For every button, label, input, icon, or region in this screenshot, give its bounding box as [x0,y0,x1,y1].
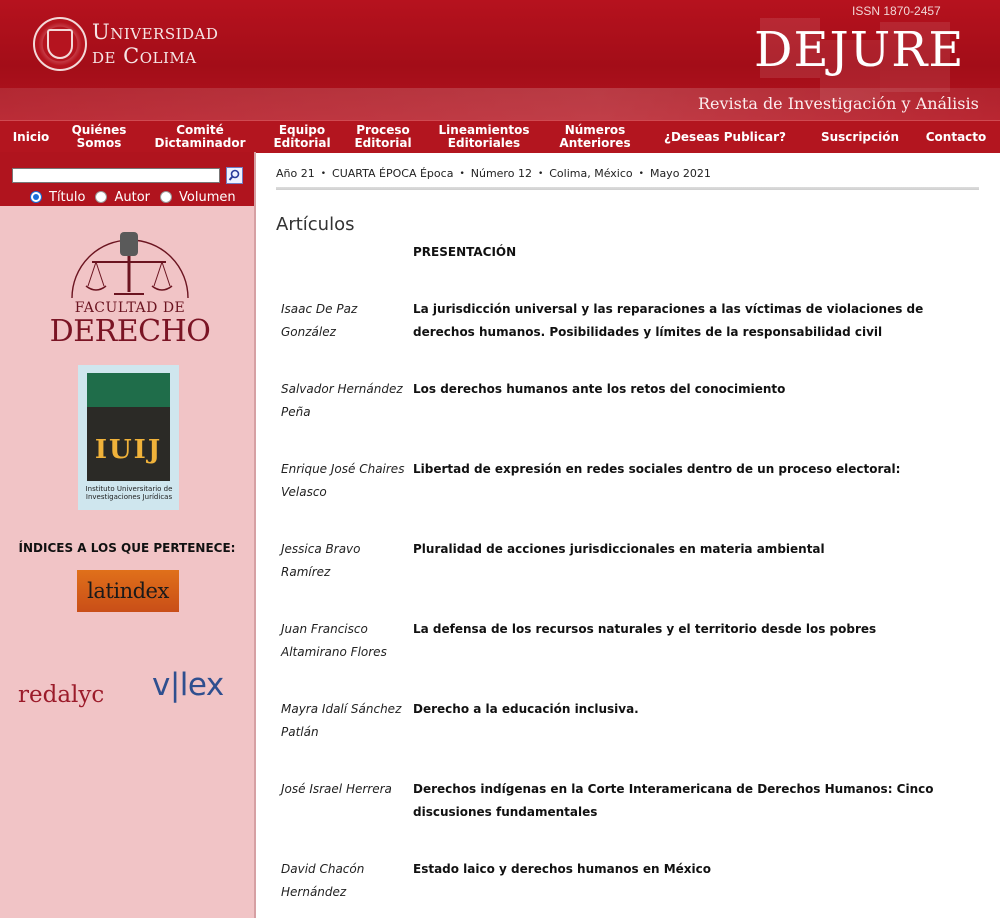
radio-autor-label: Autor [114,189,150,205]
issn-label: ISSN 1870-2457 [852,4,941,18]
latindex-logo[interactable]: latindex [77,570,179,612]
nav-lineamientos-editoriales[interactable]: Lineamientos Editoriales [436,121,532,153]
iuij-logo[interactable]: IUIJ Instituto Universitario de Investig… [78,365,179,510]
issue-number: Número 12 [470,167,532,180]
article-author: Mayra Idalí Sánchez Patlán [281,702,402,739]
nav-comite-dictaminador[interactable]: Comité Dictaminador [152,121,248,153]
university-seal-icon [33,17,87,71]
article-author: José Israel Herrera [281,782,392,796]
article-title[interactable]: La jurisdicción universal y las reparaci… [413,298,953,344]
radio-titulo-label: Título [49,189,86,205]
search-icon [228,169,240,181]
article-author: Isaac De Paz González [281,302,358,339]
article-title[interactable]: Derechos indígenas en la Corte Interamer… [413,778,953,824]
nav-suscripcion[interactable]: Suscripción [816,121,904,153]
issue-date: Mayo 2021 [649,167,711,180]
article-title[interactable]: Pluralidad de acciones jurisdiccionales … [413,538,953,561]
article-author: Enrique José Chaires Velasco [281,462,405,499]
nav-contacto[interactable]: Contacto [922,121,990,153]
issue-meta: Año 21 • CUARTA ÉPOCA Época • Número 12 • C… [276,167,711,180]
radio-volumen[interactable] [160,191,172,203]
article-author: David Chacón Hernández [281,862,365,899]
nav-numeros-anteriores[interactable]: Números Anteriores [556,121,634,153]
journal-logo[interactable]: DEJURE [754,22,964,78]
university-name-line2: de Colima [92,44,197,68]
article-title[interactable]: La defensa de los recursos naturales y e… [413,618,953,641]
issue-year: Año 21 [276,167,315,180]
issue-place: Colima, México [549,167,633,180]
nav-inicio[interactable]: Inicio [6,121,56,153]
iuij-logo-top [87,373,170,407]
university-name-line1: Universidad [92,20,219,44]
faculty-name-line2[interactable]: DERECHO [40,314,220,349]
meta-divider [276,187,979,190]
nav-quienes-somos[interactable]: Quiénes Somos [62,121,136,153]
article-author: Juan Francisco Altamirano Flores [281,622,387,659]
indices-heading: ÍNDICES A LOS QUE PERTENECE: [18,541,236,555]
iuij-caption: Instituto Universitario de Investigacion… [85,485,173,501]
university-name[interactable]: Universidad de Colima [92,20,218,68]
site-header: Universidad de Colima ISSN 1870-2457 DEJ… [0,0,1000,120]
redalyc-logo[interactable]: redalyc [18,682,104,708]
article-title[interactable]: Los derechos humanos ante los retos del … [413,378,953,401]
nav-equipo-editorial[interactable]: Equipo Editorial [268,121,336,153]
iuij-letters: IUIJ [94,435,163,465]
nav-proceso-editorial[interactable]: Proceso Editorial [350,121,416,153]
section-title: Artículos [276,214,355,235]
search-button[interactable] [226,167,243,184]
radio-titulo[interactable] [30,191,42,203]
article-title[interactable]: Libertad de expresión en redes sociales … [413,458,953,481]
journal-subtitle: Revista de Investigación y Análisis [698,94,979,113]
radio-autor[interactable] [95,191,108,203]
article-title[interactable]: Derecho a la educación inclusiva. [413,698,953,721]
presentation-link[interactable]: PRESENTACIÓN [413,245,516,259]
article-author: Jessica Bravo Ramírez [281,542,361,579]
search-type-options: Título Autor Volumen [30,189,246,205]
vlex-logo[interactable]: v|lex [152,667,224,703]
radio-volumen-label: Volumen [179,189,236,205]
article-title[interactable]: Estado laico y derechos humanos en Méxic… [413,858,953,881]
main-nav: Inicio Quiénes Somos Comité Dictaminador… [0,120,1000,153]
nav-deseas-publicar[interactable]: ¿Deseas Publicar? [662,121,788,153]
search-input[interactable] [12,168,220,183]
article-author: Salvador Hernández Peña [281,382,403,419]
issue-epoch: CUARTA ÉPOCA Época [332,167,454,180]
